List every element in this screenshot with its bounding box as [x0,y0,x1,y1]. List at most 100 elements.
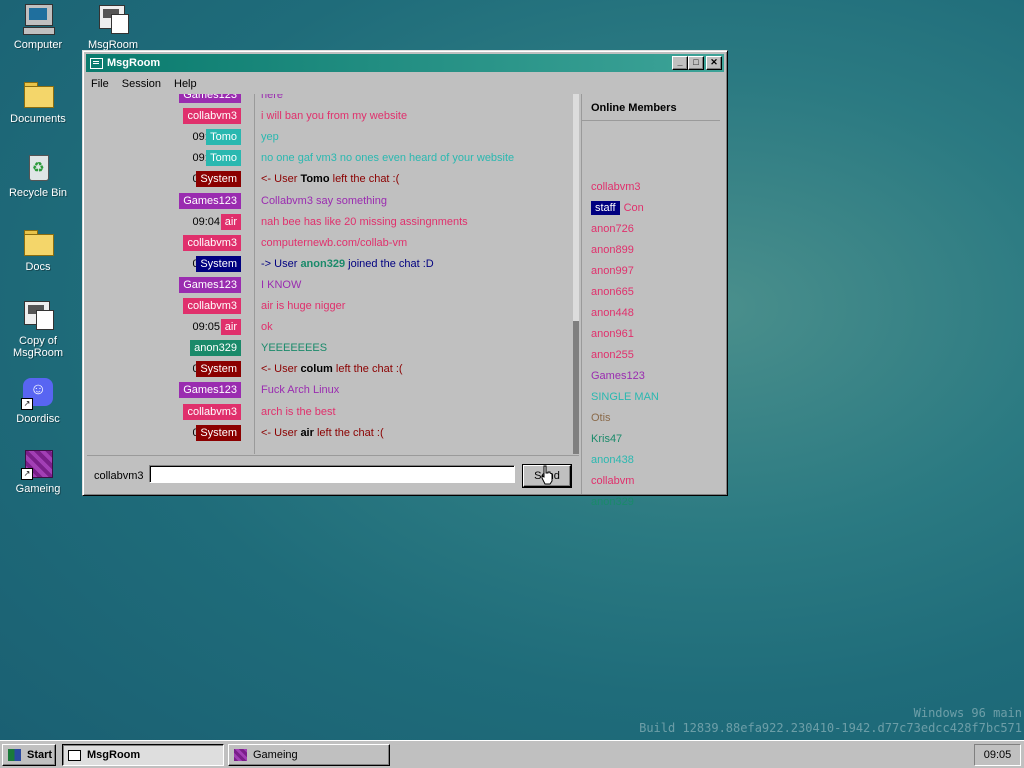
menu-bar: File Session Help [86,75,724,93]
system-prefix: <- User [261,173,301,186]
member-item[interactable]: anon448 [591,307,634,319]
message-username-badge[interactable]: System [196,424,241,441]
message-username-badge[interactable]: anon329 [190,340,241,357]
message-username-badge[interactable]: collabvm3 [183,234,241,251]
message-username-badge[interactable]: Games123 [179,192,241,209]
message-username-badge[interactable]: Tomo [206,129,241,146]
desktop-icon-computer[interactable]: Computer [1,2,75,51]
chat-message: 09:05 AMGames123Fuck Arch Linux [87,380,571,401]
chat-message: 09:05 AMcollabvm3air is huge nigger [87,296,571,317]
message-username-badge[interactable]: Games123 [179,94,241,103]
member-name: anon961 [591,328,634,340]
folder-icon [21,224,55,258]
member-item[interactable]: anon726 [591,223,634,235]
desktop-icon-doordisc[interactable]: ↗ Doordisc [1,376,75,425]
member-item[interactable]: Games123 [591,370,645,382]
member-name: Con [623,202,644,214]
scrollbar-thumb[interactable] [573,321,579,454]
desktop-icon-recycle-bin[interactable]: Recycle Bin [1,150,75,199]
member-item[interactable]: SINGLE MAN [591,391,659,403]
chat-log[interactable]: Games123 here 09:04 AMcollabvm3i will ban … [87,94,579,454]
message-text: arch is the best [261,405,336,418]
desktop-icon-label: Doordisc [16,413,60,425]
menu-help[interactable]: Help [169,75,202,93]
task-msgroom[interactable]: MsgRoom [62,744,224,766]
member-item[interactable]: anon899 [591,244,634,256]
online-members-panel: Online Members collabvm3 staff Con anon726 a… [581,94,725,508]
member-name: anon665 [591,286,634,298]
member-name: anon438 [591,454,634,466]
member-name: Kris47 [591,433,623,445]
window-titlebar[interactable]: MsgRoom _ □ ✕ [86,54,724,72]
chat-bubble-icon [90,58,103,69]
desktop-icon-msgroom[interactable]: MsgRoom [76,2,150,51]
member-item[interactable]: anon961 [591,328,634,340]
message-username-badge[interactable]: collabvm3 [183,298,241,314]
chat-scrollbar[interactable] [573,94,579,454]
message-text: I KNOW [261,278,302,291]
message-username-badge[interactable]: Games123 [179,382,241,399]
system-suffix: joined the chat :D [345,257,434,270]
maximize-button[interactable]: □ [688,56,704,70]
message-text: <- User air left the chat :( [261,427,384,439]
menu-session[interactable]: Session [117,75,166,93]
message-text: no one gaf vm3 no ones even heard of you… [261,152,515,165]
message-username-badge[interactable]: Tomo [206,150,241,167]
desktop-icon-copy-of-msgroom[interactable]: Copy of MsgRoom [1,298,75,359]
message-text: <- User colum left the chat :( [261,363,403,375]
chat-bubble-icon [68,750,81,761]
member-item[interactable]: anon255 [591,349,634,361]
chat-message: Games123 here [87,94,571,106]
member-item[interactable]: anon438 [591,454,634,466]
message-text: i will ban you from my website [261,110,408,123]
message-text: yep [261,131,279,144]
member-item[interactable]: Otis [591,412,611,424]
chat-message: 09:05 AMSystem<- User air left the chat … [87,423,571,444]
message-text: here [261,94,284,101]
system-suffix: left the chat :( [313,426,384,439]
message-username-badge[interactable]: collabvm3 [183,108,241,125]
message-username-badge[interactable]: Games123 [179,276,241,293]
window-title: MsgRoom [107,57,161,69]
desktop-icon-documents[interactable]: Documents [1,76,75,125]
message-username-badge[interactable]: collabvm3 [183,403,241,420]
staff-badge: staff [591,201,620,215]
desktop-icon-label: Docs [25,261,51,273]
close-button[interactable]: ✕ [706,56,722,70]
build-watermark: Windows 96 main Build 12839.88efa922.230… [639,706,1022,736]
member-name: Games123 [591,370,645,382]
message-text: ok [261,321,273,334]
desktop-icon-gameing[interactable]: ↗ Gameing [1,446,75,495]
message-username-badge[interactable]: System [196,171,241,188]
member-item[interactable]: collabvm [591,475,634,487]
member-item[interactable]: collabvm3 [591,181,641,193]
member-item[interactable]: anon329 [591,496,634,508]
message-username-badge[interactable]: air [220,319,241,336]
message-text: <- User Tomo left the chat :( [261,173,399,185]
member-name: collabvm3 [591,181,641,193]
member-item[interactable]: Kris47 [591,433,622,445]
desktop-icon-docs[interactable]: Docs [1,224,75,273]
member-name: anon899 [591,244,634,256]
chat-message: 09:04 AMTomoyep [87,127,571,148]
folder-icon [21,76,55,110]
menu-file[interactable]: File [86,75,114,93]
minimize-button[interactable]: _ [672,56,688,70]
hand-cursor-icon [541,465,553,485]
message-text: computernewb.com/collab-vm [261,236,408,249]
message-input[interactable] [149,465,515,483]
message-composer: collabvm3 Send [87,455,579,494]
system-user: anon329 [300,257,346,270]
member-item[interactable]: anon997 [591,265,634,277]
message-username-badge[interactable]: System [196,255,241,272]
task-label: MsgRoom [87,749,141,761]
start-button[interactable]: Start [2,744,56,766]
message-username-badge[interactable]: air [220,213,241,230]
member-item[interactable]: staff Con [591,201,644,215]
watermark-line: Build 12839.88efa922.230410-1942.d77c73e… [639,721,1022,735]
member-item[interactable]: anon665 [591,286,634,298]
message-username-badge[interactable]: System [196,361,241,378]
message-text: nah bee has like 20 missing assingnments [261,215,468,228]
task-gameing[interactable]: Gameing [228,744,390,766]
member-name: anon726 [591,223,634,235]
